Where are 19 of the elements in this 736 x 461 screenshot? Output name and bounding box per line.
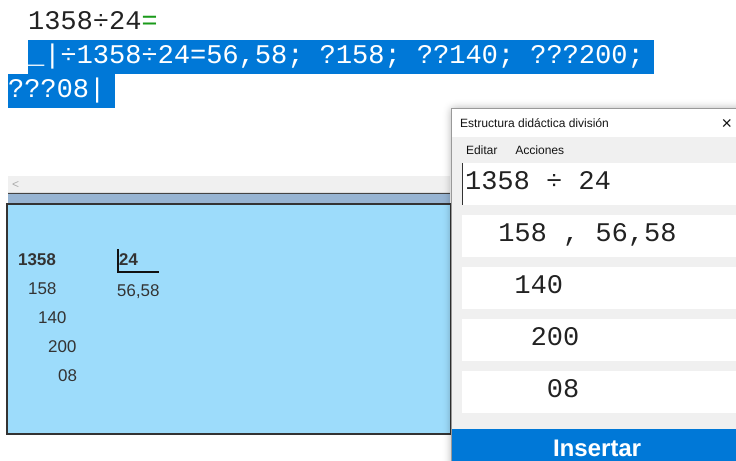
menu-item[interactable]: Editar — [466, 143, 498, 157]
close-button[interactable]: × — [721, 112, 732, 134]
divisor-text: 24 — [116, 249, 160, 273]
expression-text: 1358÷24 — [28, 8, 142, 38]
step-line-field[interactable]: 200 — [462, 319, 736, 361]
dividend-text: 1358 — [18, 249, 57, 271]
menu-item[interactable]: Acciones — [515, 143, 564, 157]
remainder-text: 200 — [47, 336, 77, 358]
remainder-text: 158 — [27, 278, 58, 300]
step-line-field[interactable]: 1358 ÷ 24 — [462, 163, 736, 205]
remainder-text: 140 — [37, 307, 68, 329]
insert-button[interactable]: Insertar — [452, 429, 736, 461]
step-line-field[interactable]: 158 , 56,58 — [462, 215, 736, 257]
step-line-field[interactable]: 140 — [462, 267, 736, 309]
equals-sign: = — [141, 8, 158, 38]
quotient-text: 56,58 — [116, 280, 160, 302]
dialog-title: Estructura didáctica división — [460, 116, 609, 130]
remainder-text: 08 — [57, 365, 77, 387]
step-line-field[interactable]: 08 — [462, 371, 736, 413]
